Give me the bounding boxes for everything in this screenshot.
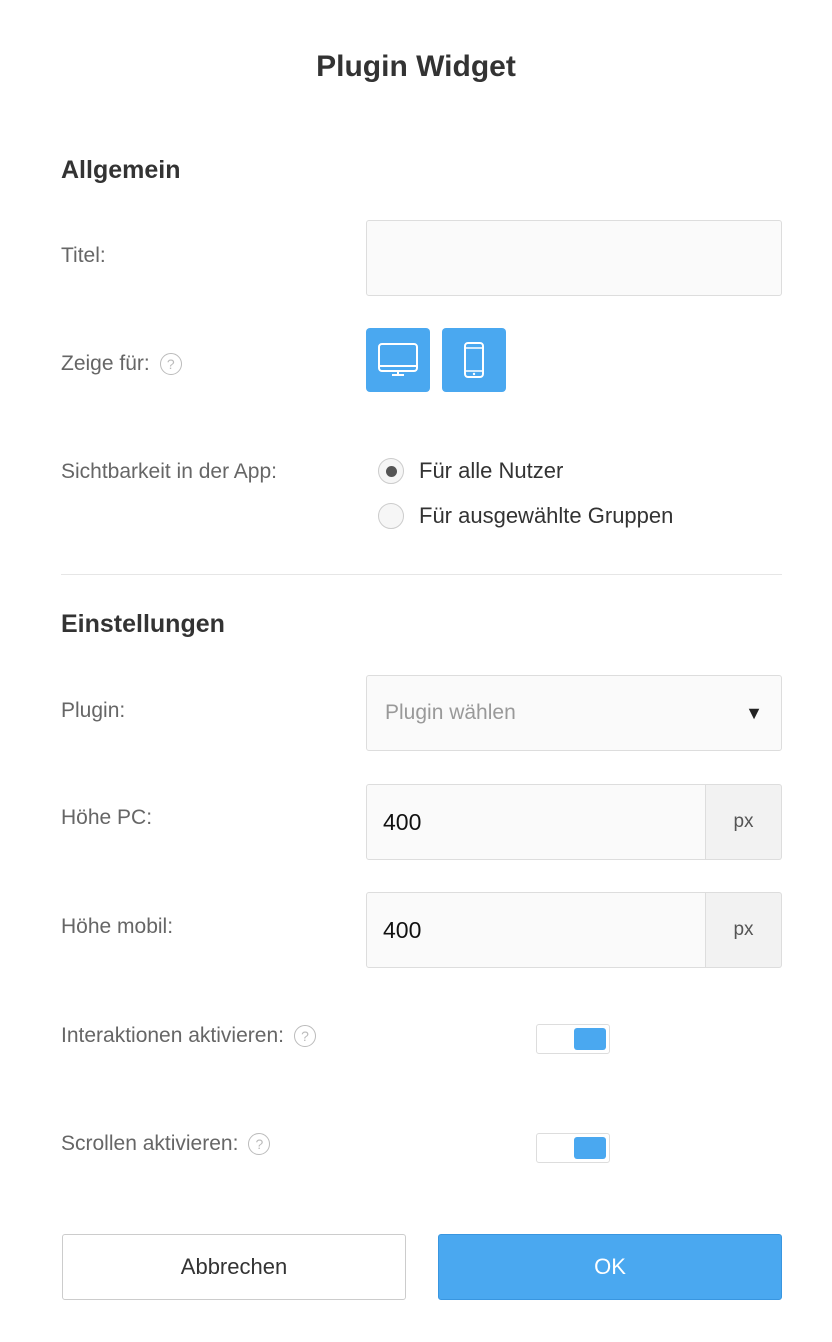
interactions-label: Interaktionen aktivieren: ?: [61, 1024, 316, 1048]
radio-label: Für alle Nutzer: [419, 458, 564, 483]
radio-all-users[interactable]: Für alle Nutzer: [378, 458, 563, 484]
smartphone-icon: [464, 342, 484, 378]
height-mobile-group: 400 px: [366, 892, 782, 968]
caret-down-icon: ▼: [745, 702, 763, 723]
plugin-label: Plugin:: [61, 699, 125, 723]
height-pc-label-text: Höhe PC:: [61, 806, 153, 829]
monitor-icon: [378, 343, 418, 376]
title-label: Titel:: [61, 244, 106, 268]
radio-dot: [385, 465, 397, 477]
section-heading-general: Allgemein: [61, 156, 181, 184]
height-mobile-label-text: Höhe mobil:: [61, 915, 174, 938]
show-for-label-text: Zeige für:: [61, 352, 150, 375]
plugin-select[interactable]: Plugin wählen ▼: [366, 675, 782, 751]
help-icon[interactable]: ?: [248, 1133, 271, 1155]
height-pc-group: 400 px: [366, 784, 782, 860]
device-mobile-button[interactable]: [442, 328, 506, 392]
height-pc-unit: px: [706, 784, 782, 860]
show-for-label: Zeige für: ?: [61, 352, 182, 376]
plugin-select-placeholder: Plugin wählen: [385, 701, 516, 724]
title-input[interactable]: [366, 220, 782, 296]
radio-selected-groups[interactable]: Für ausgewählte Gruppen: [378, 503, 673, 529]
height-pc-label: Höhe PC:: [61, 806, 152, 830]
scroll-label: Scrollen aktivieren: ?: [61, 1132, 271, 1156]
toggle-knob: [574, 1028, 606, 1050]
ok-button[interactable]: OK: [438, 1234, 782, 1300]
help-icon[interactable]: ?: [293, 1025, 316, 1047]
scroll-label-text: Scrollen aktivieren:: [61, 1132, 239, 1155]
height-mobile-label: Höhe mobil:: [61, 915, 173, 939]
section-divider: [61, 574, 782, 575]
scroll-toggle[interactable]: [536, 1133, 610, 1163]
title-label-text: Titel:: [61, 244, 106, 267]
toggle-knob: [574, 1137, 606, 1159]
radio-button[interactable]: [378, 503, 404, 529]
device-desktop-button[interactable]: [366, 328, 430, 392]
cancel-button[interactable]: Abbrechen: [62, 1234, 406, 1300]
height-mobile-unit: px: [706, 892, 782, 968]
visibility-label: Sichtbarkeit in der App:: [61, 460, 277, 484]
radio-button[interactable]: [378, 458, 404, 484]
height-pc-input[interactable]: 400: [366, 784, 706, 860]
help-icon[interactable]: ?: [159, 353, 182, 375]
radio-label: Für ausgewählte Gruppen: [419, 503, 674, 528]
interactions-label-text: Interaktionen aktivieren:: [61, 1024, 284, 1047]
dialog-title: Plugin Widget: [316, 50, 516, 83]
interactions-toggle[interactable]: [536, 1024, 610, 1054]
section-heading-settings: Einstellungen: [61, 610, 225, 638]
visibility-label-text: Sichtbarkeit in der App:: [61, 460, 277, 483]
plugin-label-text: Plugin:: [61, 699, 126, 722]
height-mobile-input[interactable]: 400: [366, 892, 706, 968]
